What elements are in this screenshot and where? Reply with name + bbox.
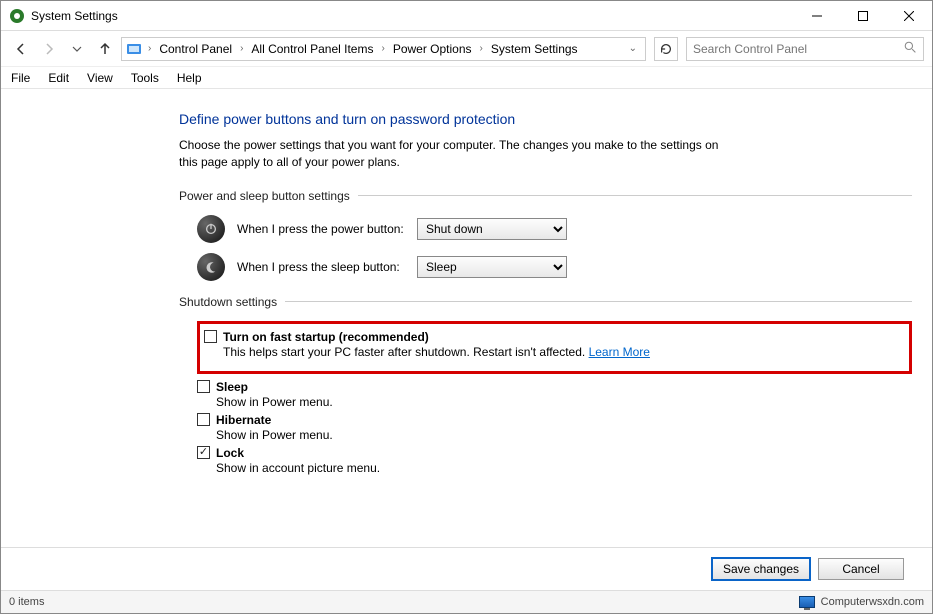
checkbox-hibernate[interactable] — [197, 413, 210, 426]
minimize-button[interactable] — [794, 1, 840, 31]
menu-view[interactable]: View — [87, 71, 113, 85]
section-heading-label: Power and sleep button settings — [179, 189, 350, 203]
checkbox-label: Hibernate — [216, 413, 271, 427]
divider — [358, 195, 912, 196]
checkbox-label: Turn on fast startup (recommended) — [223, 330, 429, 344]
breadcrumb-item[interactable]: Power Options — [391, 42, 474, 56]
checkbox-label: Lock — [216, 446, 244, 460]
sleep-button-select[interactable]: Sleep — [417, 256, 567, 278]
checkbox-label: Sleep — [216, 380, 248, 394]
chevron-right-icon[interactable]: › — [478, 43, 485, 54]
search-icon[interactable] — [904, 41, 917, 57]
checkbox-description: Show in Power menu. — [216, 395, 912, 409]
highlight-annotation: Turn on fast startup (recommended) This … — [197, 321, 912, 374]
search-box[interactable] — [686, 37, 924, 61]
refresh-button[interactable] — [654, 37, 678, 61]
save-changes-button[interactable]: Save changes — [712, 558, 810, 580]
chevron-right-icon[interactable]: › — [379, 43, 386, 54]
breadcrumb-item[interactable]: System Settings — [489, 42, 580, 56]
section-heading-buttons: Power and sleep button settings — [179, 189, 912, 203]
status-watermark: Computerwsxdn.com — [821, 596, 924, 608]
nav-row: › Control Panel › All Control Panel Item… — [1, 31, 932, 67]
power-icon — [197, 215, 225, 243]
menu-edit[interactable]: Edit — [48, 71, 69, 85]
breadcrumb[interactable]: › Control Panel › All Control Panel Item… — [121, 37, 646, 61]
checkbox-description: Show in Power menu. — [216, 428, 912, 442]
sleep-button-row: When I press the sleep button: Sleep — [179, 253, 912, 281]
status-item-count: 0 items — [9, 596, 44, 608]
menu-bar: File Edit View Tools Help — [1, 67, 932, 89]
up-button[interactable] — [93, 37, 117, 61]
page-title: Define power buttons and turn on passwor… — [179, 111, 912, 127]
shutdown-settings-list: Turn on fast startup (recommended) This … — [179, 321, 912, 475]
breadcrumb-item[interactable]: Control Panel — [157, 42, 234, 56]
menu-file[interactable]: File — [11, 71, 30, 85]
checkbox-row-lock: Lock Show in account picture menu. — [197, 446, 912, 475]
control-panel-icon — [126, 41, 142, 57]
power-button-label: When I press the power button: — [237, 222, 405, 236]
divider — [285, 301, 912, 302]
section-heading-label: Shutdown settings — [179, 295, 277, 309]
section-heading-shutdown: Shutdown settings — [179, 295, 912, 309]
page-description: Choose the power settings that you want … — [179, 137, 739, 171]
forward-button[interactable] — [37, 37, 61, 61]
status-bar: 0 items Computerwsxdn.com — [1, 591, 932, 613]
chevron-right-icon[interactable]: › — [146, 43, 153, 54]
breadcrumb-dropdown-icon[interactable]: ⌄ — [629, 43, 641, 54]
checkbox-fast-startup[interactable] — [204, 330, 217, 343]
checkbox-row-fast-startup: Turn on fast startup (recommended) This … — [204, 330, 901, 359]
monitor-icon — [799, 596, 815, 608]
recent-dropdown[interactable] — [65, 37, 89, 61]
close-button[interactable] — [886, 1, 932, 31]
checkbox-description: Show in account picture menu. — [216, 461, 912, 475]
learn-more-link[interactable]: Learn More — [589, 345, 650, 359]
power-button-select[interactable]: Shut down — [417, 218, 567, 240]
chevron-right-icon[interactable]: › — [238, 43, 245, 54]
power-button-row: When I press the power button: Shut down — [179, 215, 912, 243]
breadcrumb-item[interactable]: All Control Panel Items — [249, 42, 375, 56]
app-icon — [9, 8, 25, 24]
menu-tools[interactable]: Tools — [131, 71, 159, 85]
sleep-icon — [197, 253, 225, 281]
menu-help[interactable]: Help — [177, 71, 202, 85]
checkbox-description: This helps start your PC faster after sh… — [223, 345, 901, 359]
back-button[interactable] — [9, 37, 33, 61]
window-title: System Settings — [31, 9, 118, 23]
action-bar: Save changes Cancel — [1, 548, 932, 591]
checkbox-sleep[interactable] — [197, 380, 210, 393]
checkbox-row-hibernate: Hibernate Show in Power menu. — [197, 413, 912, 442]
titlebar: System Settings — [1, 1, 932, 31]
content-area: Define power buttons and turn on passwor… — [1, 89, 932, 548]
sleep-button-label: When I press the sleep button: — [237, 260, 405, 274]
cancel-button[interactable]: Cancel — [818, 558, 904, 580]
maximize-button[interactable] — [840, 1, 886, 31]
checkbox-lock[interactable] — [197, 446, 210, 459]
checkbox-row-sleep: Sleep Show in Power menu. — [197, 380, 912, 409]
search-input[interactable] — [693, 42, 904, 56]
